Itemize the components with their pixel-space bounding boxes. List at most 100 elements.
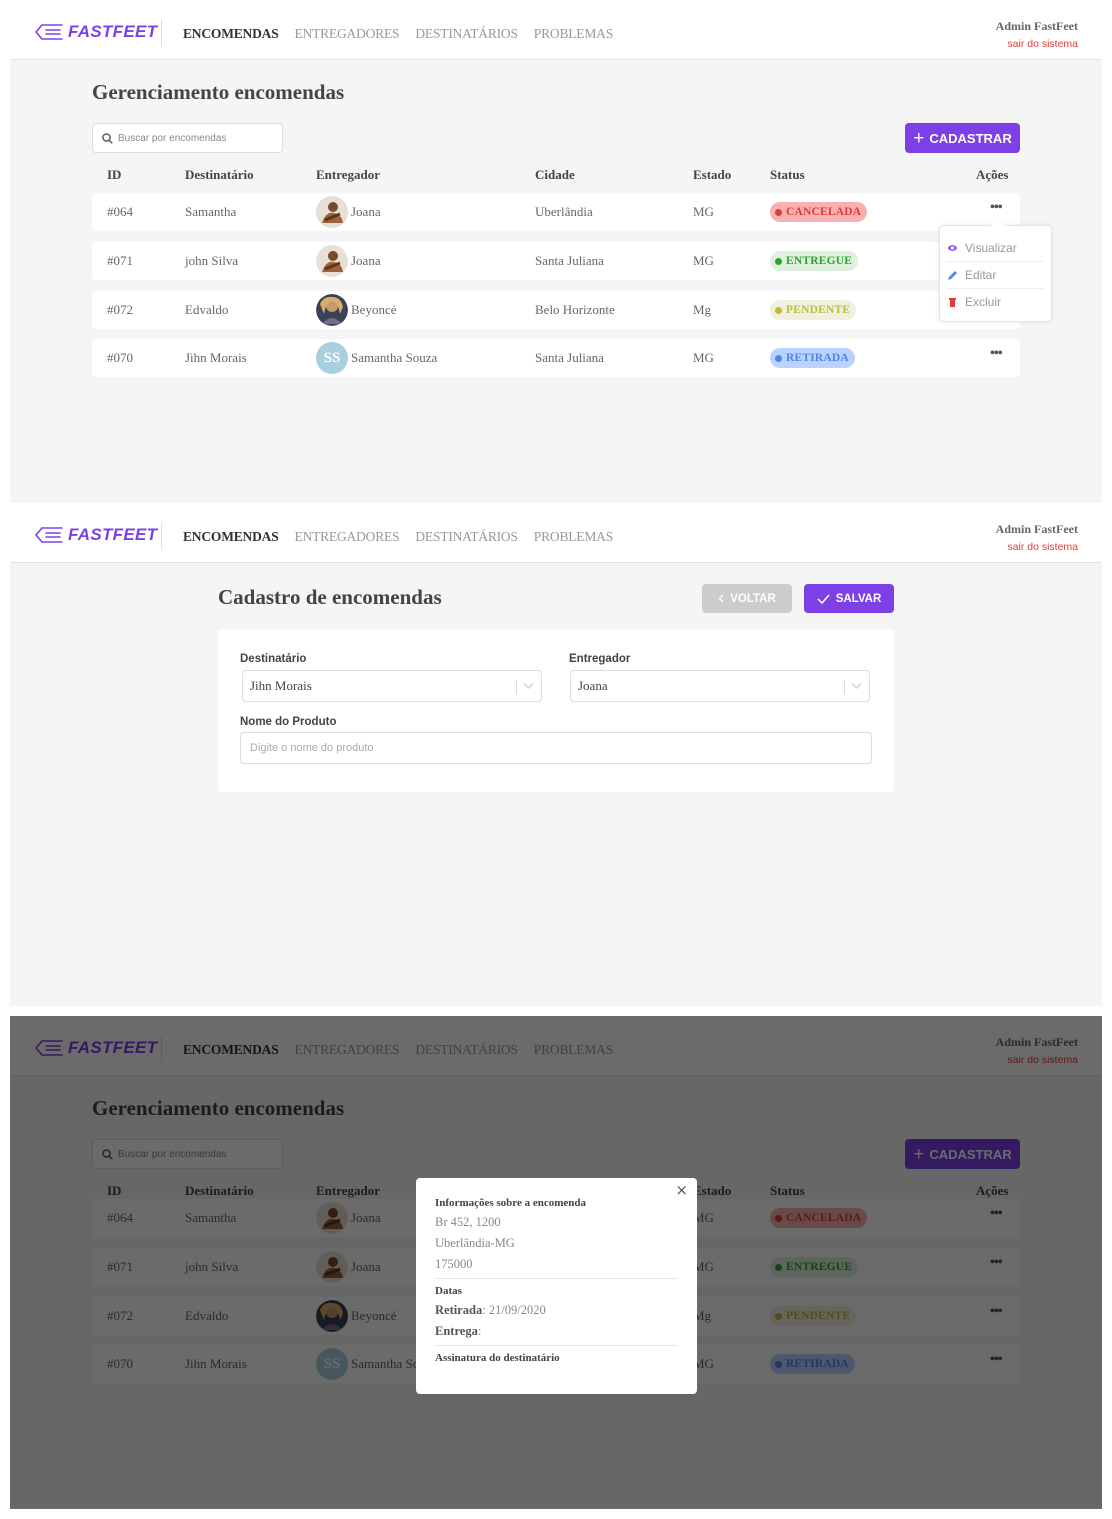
menu-item-label: Editar (965, 268, 997, 282)
recipient-label: Destinatário (240, 653, 307, 665)
status-badge: CANCELADA (770, 202, 868, 222)
register-button[interactable]: + CADASTRAR (905, 123, 1020, 153)
user-name: Admin FastFeet (995, 19, 1078, 33)
zip-line: 175000 (435, 1257, 473, 1271)
logo-text: FASTFEET (68, 525, 158, 544)
user-area: Admin FastFeet sair do sistema (996, 522, 1078, 553)
actions-menu-button[interactable]: ••• (990, 346, 1003, 362)
recipient-value: Jihn Morais (250, 678, 312, 693)
deliveryman-value: Joana (578, 678, 608, 693)
menu-item-visualizar[interactable]: Visualizar (947, 234, 1044, 261)
logo[interactable]: FASTFEET (34, 22, 157, 42)
menu-item-excluir[interactable]: Excluir (947, 288, 1044, 315)
plus-icon: + (913, 127, 925, 149)
row-state: Mg (693, 302, 712, 317)
row-deliveryman: Beyoncé (316, 294, 396, 326)
avatar (316, 245, 348, 277)
row-city: Uberlândia (535, 204, 593, 219)
deliveryman-name: Beyoncé (351, 302, 397, 317)
withdrawal-date: Retirada: 21/09/2020 (435, 1303, 546, 1317)
order-info-modal: × Informações sobre a encomenda Br 452, … (416, 1178, 697, 1394)
back-button-label: VOLTAR (730, 592, 776, 605)
row-id: #070 (107, 350, 133, 365)
page-title: Gerenciamento encomendas (92, 80, 345, 104)
row-id: #071 (107, 253, 133, 268)
header-divider (161, 20, 162, 46)
col-status: Status (770, 167, 805, 182)
search-input[interactable] (118, 132, 268, 144)
actions-menu-button[interactable]: ••• (990, 200, 1003, 216)
avatar (316, 294, 348, 326)
col-entregador: Entregador (316, 167, 381, 182)
row-id: #064 (107, 204, 133, 219)
logout-link[interactable]: sair do sistema (996, 38, 1078, 50)
nav-destinatarios[interactable]: DESTINATÁRIOS (415, 529, 518, 545)
top-header: FASTFEET ENCOMENDAS ENTREGADORES DESTINA… (10, 503, 1102, 563)
register-button-label: CADASTRAR (929, 130, 1012, 146)
row-city: Santa Juliana (535, 253, 604, 268)
delivery-date: Entrega: (435, 1324, 482, 1338)
recipient-select[interactable]: Jihn Morais (242, 670, 542, 702)
chevron-down-icon (523, 683, 534, 689)
form-card: Destinatário Jihn Morais Entregador Joan… (218, 629, 894, 792)
deliveryman-name: Joana (351, 253, 381, 268)
back-button[interactable]: VOLTAR (702, 584, 792, 613)
search-box[interactable] (92, 123, 283, 153)
nav-destinatarios[interactable]: DESTINATÁRIOS (415, 26, 518, 42)
nav-entregadores[interactable]: ENTREGADORES (295, 26, 400, 42)
save-button[interactable]: SALVAR (804, 584, 894, 613)
order-form-screen: FASTFEET ENCOMENDAS ENTREGADORES DESTINA… (10, 503, 1102, 1006)
product-label: Nome do Produto (240, 716, 337, 728)
deliveryman-name: Joana (351, 204, 381, 219)
logo[interactable]: FASTFEET (34, 525, 157, 545)
table-row: #072 Edvaldo Beyoncé Belo Horizonte Mg P… (92, 291, 1020, 329)
chevron-down-icon (851, 683, 862, 689)
nav-problemas[interactable]: PROBLEMAS (534, 26, 613, 42)
chevron-left-icon (718, 594, 724, 603)
menu-item-editar[interactable]: Editar (947, 261, 1044, 288)
row-id: #072 (107, 302, 133, 317)
row-city: Belo Horizonte (535, 302, 615, 317)
row-state: MG (693, 350, 714, 365)
status-badge: RETIRADA (770, 348, 855, 368)
main-nav: ENCOMENDAS ENTREGADORES DESTINATÁRIOS PR… (183, 26, 629, 42)
row-state: MG (693, 204, 714, 219)
col-id: ID (107, 167, 122, 182)
row-recipient: john Silva (185, 253, 239, 268)
signature-title: Assinatura do destinatário (435, 1352, 560, 1364)
table-row: #064 Samantha Joana Uberlândia MG CANCEL… (92, 193, 1020, 231)
order-details-screen: FASTFEET ENCOMENDAS ENTREGADORES DESTINA… (10, 1016, 1102, 1509)
modal-divider (435, 1278, 678, 1279)
user-name: Admin FastFeet (995, 522, 1078, 536)
col-acoes: Ações (976, 167, 1009, 182)
nav-entregadores[interactable]: ENTREGADORES (295, 529, 400, 545)
deliveryman-name: Samantha Souza (351, 350, 438, 365)
avatar (316, 196, 348, 228)
actions-dropdown: Visualizar Editar Excluir (939, 219, 1052, 322)
row-city: Santa Juliana (535, 350, 604, 365)
city-state-line: Uberlândia-MG (435, 1236, 515, 1250)
nav-problemas[interactable]: PROBLEMAS (534, 529, 613, 545)
row-recipient: Edvaldo (185, 302, 229, 317)
logout-link[interactable]: sair do sistema (996, 541, 1078, 553)
main-nav: ENCOMENDAS ENTREGADORES DESTINATÁRIOS PR… (183, 529, 629, 545)
top-header: FASTFEET ENCOMENDAS ENTREGADORES DESTINA… (10, 0, 1102, 60)
deliveryman-label: Entregador (569, 653, 631, 665)
col-destinatario: Destinatário (185, 167, 254, 182)
close-icon[interactable]: × (675, 1181, 688, 1199)
info-title: Informações sobre a encomenda (435, 1197, 587, 1209)
truck-logo-icon (35, 24, 63, 40)
eye-icon (947, 244, 958, 251)
nav-encomendas[interactable]: ENCOMENDAS (183, 26, 279, 42)
truck-logo-icon (35, 527, 63, 543)
nav-encomendas[interactable]: ENCOMENDAS (183, 529, 279, 545)
table-row: #071 john Silva Joana Santa Juliana MG E… (92, 242, 1020, 280)
user-area: Admin FastFeet sair do sistema (996, 19, 1078, 50)
row-deliveryman: Joana (316, 196, 381, 228)
search-icon (102, 132, 113, 144)
deliveryman-select[interactable]: Joana (570, 670, 870, 702)
check-icon (817, 594, 830, 604)
product-name-input[interactable] (240, 732, 872, 764)
table-header: ID Destinatário Entregador Cidade Estado… (92, 167, 1020, 185)
row-deliveryman: SS Samantha Souza (316, 342, 437, 374)
